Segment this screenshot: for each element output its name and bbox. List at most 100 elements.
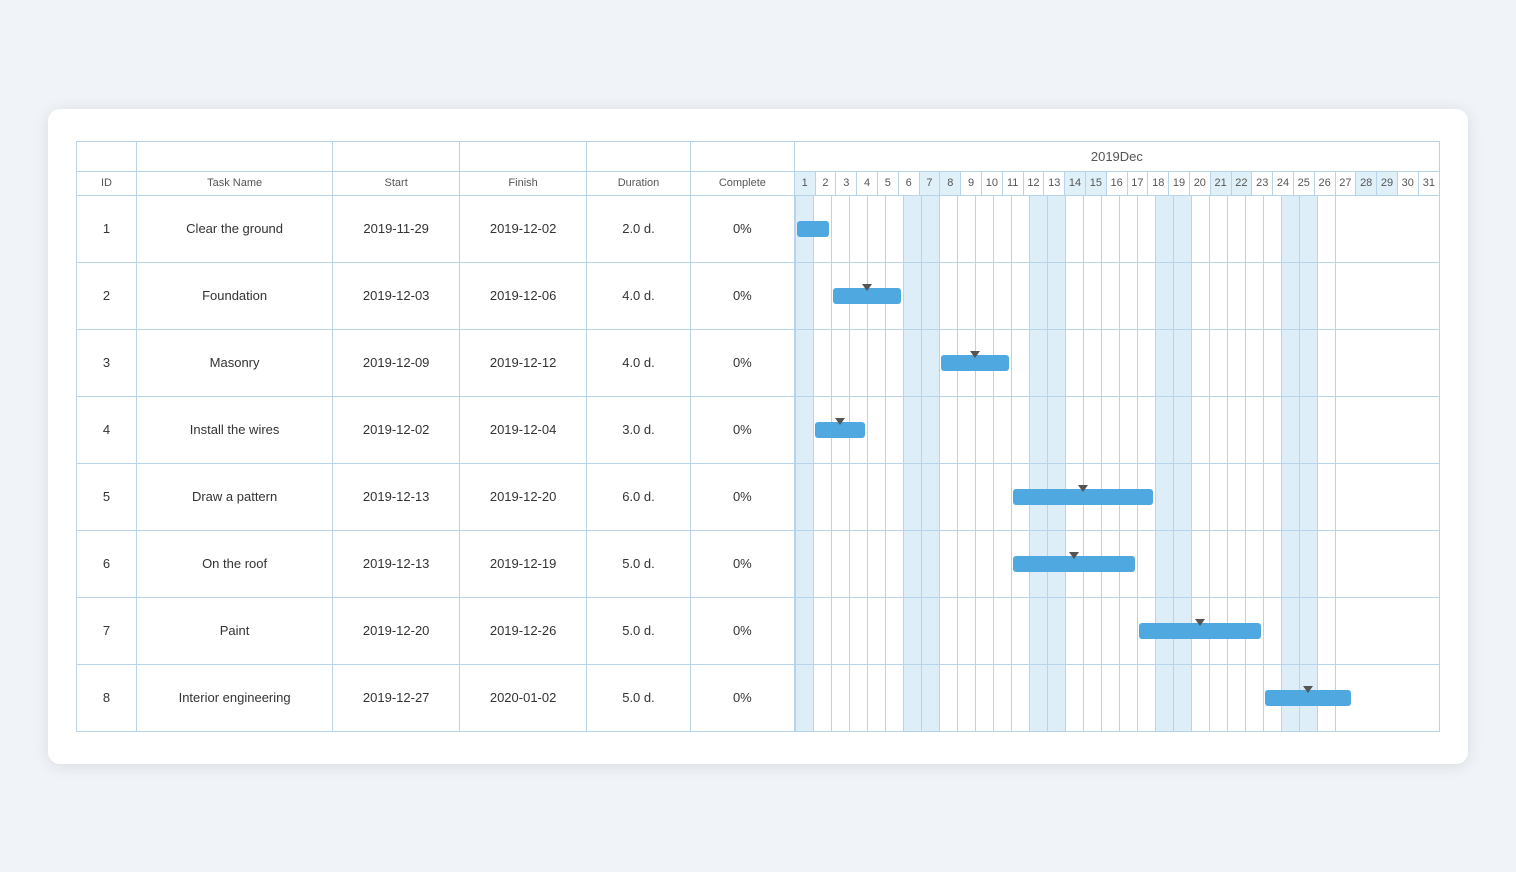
cell-complete: 0% bbox=[690, 530, 794, 597]
cell-id: 5 bbox=[77, 463, 137, 530]
day-header-15: 15 bbox=[1085, 171, 1106, 195]
header-days-row: ID Task Name Start Finish Duration Compl… bbox=[77, 171, 1440, 195]
cell-start: 2019-12-20 bbox=[333, 597, 460, 664]
finish-col-label: Finish bbox=[460, 171, 587, 195]
gantt-cell bbox=[794, 396, 1439, 463]
cell-complete: 0% bbox=[690, 463, 794, 530]
cell-duration: 6.0 d. bbox=[587, 463, 691, 530]
col-duration-header bbox=[587, 141, 691, 171]
cell-id: 1 bbox=[77, 195, 137, 262]
cell-duration: 5.0 d. bbox=[587, 597, 691, 664]
gantt-body: 1Clear the ground2019-11-292019-12-022.0… bbox=[77, 195, 1440, 731]
dep-arrow-icon bbox=[970, 351, 980, 358]
day-header-2: 2 bbox=[815, 171, 836, 195]
cell-id: 2 bbox=[77, 262, 137, 329]
cell-duration: 4.0 d. bbox=[587, 262, 691, 329]
day-header-30: 30 bbox=[1397, 171, 1418, 195]
cell-duration: 3.0 d. bbox=[587, 396, 691, 463]
cell-complete: 0% bbox=[690, 329, 794, 396]
col-taskname-header bbox=[137, 141, 333, 171]
dep-arrow-icon bbox=[1069, 552, 1079, 559]
cell-start: 2019-12-09 bbox=[333, 329, 460, 396]
day-header-12: 12 bbox=[1023, 171, 1044, 195]
cell-duration: 5.0 d. bbox=[587, 664, 691, 731]
cell-finish: 2019-12-02 bbox=[460, 195, 587, 262]
cell-id: 3 bbox=[77, 329, 137, 396]
dep-arrow-icon bbox=[1195, 619, 1205, 626]
start-col-label: Start bbox=[333, 171, 460, 195]
complete-col-label: Complete bbox=[690, 171, 794, 195]
day-header-10: 10 bbox=[981, 171, 1002, 195]
header-month-row: 2019Dec bbox=[77, 141, 1440, 171]
gantt-cell bbox=[794, 262, 1439, 329]
cell-duration: 5.0 d. bbox=[587, 530, 691, 597]
day-header-19: 19 bbox=[1169, 171, 1190, 195]
cell-id: 7 bbox=[77, 597, 137, 664]
cell-taskname: Masonry bbox=[137, 329, 333, 396]
gantt-cell bbox=[794, 597, 1439, 664]
day-header-25: 25 bbox=[1293, 171, 1314, 195]
table-row: 7Paint2019-12-202019-12-265.0 d.0% bbox=[77, 597, 1440, 664]
cell-start: 2019-12-13 bbox=[333, 530, 460, 597]
day-header-4: 4 bbox=[857, 171, 878, 195]
day-header-16: 16 bbox=[1106, 171, 1127, 195]
day-header-14: 14 bbox=[1065, 171, 1086, 195]
day-header-21: 21 bbox=[1210, 171, 1231, 195]
day-header-24: 24 bbox=[1273, 171, 1294, 195]
cell-complete: 0% bbox=[690, 597, 794, 664]
cell-start: 2019-12-27 bbox=[333, 664, 460, 731]
day-header-5: 5 bbox=[877, 171, 898, 195]
cell-finish: 2019-12-04 bbox=[460, 396, 587, 463]
day-header-23: 23 bbox=[1252, 171, 1273, 195]
cell-taskname: Clear the ground bbox=[137, 195, 333, 262]
day-header-8: 8 bbox=[940, 171, 961, 195]
day-header-28: 28 bbox=[1356, 171, 1377, 195]
cell-complete: 0% bbox=[690, 664, 794, 731]
table-row: 3Masonry2019-12-092019-12-124.0 d.0% bbox=[77, 329, 1440, 396]
gantt-cell bbox=[794, 195, 1439, 262]
cell-start: 2019-12-02 bbox=[333, 396, 460, 463]
day-header-6: 6 bbox=[898, 171, 919, 195]
cell-finish: 2019-12-12 bbox=[460, 329, 587, 396]
cell-complete: 0% bbox=[690, 396, 794, 463]
gantt-cell bbox=[794, 530, 1439, 597]
id-col-label: ID bbox=[77, 171, 137, 195]
day-header-27: 27 bbox=[1335, 171, 1356, 195]
cell-finish: 2019-12-19 bbox=[460, 530, 587, 597]
col-finish-header bbox=[460, 141, 587, 171]
table-row: 2Foundation2019-12-032019-12-064.0 d.0% bbox=[77, 262, 1440, 329]
day-header-26: 26 bbox=[1314, 171, 1335, 195]
day-header-13: 13 bbox=[1044, 171, 1065, 195]
cell-taskname: Install the wires bbox=[137, 396, 333, 463]
cell-start: 2019-12-03 bbox=[333, 262, 460, 329]
col-id-header bbox=[77, 141, 137, 171]
day-header-11: 11 bbox=[1002, 171, 1023, 195]
cell-taskname: Draw a pattern bbox=[137, 463, 333, 530]
cell-taskname: Foundation bbox=[137, 262, 333, 329]
gantt-cell bbox=[794, 463, 1439, 530]
cell-taskname: Interior engineering bbox=[137, 664, 333, 731]
table-row: 8Interior engineering2019-12-272020-01-0… bbox=[77, 664, 1440, 731]
cell-duration: 4.0 d. bbox=[587, 329, 691, 396]
taskname-col-label: Task Name bbox=[137, 171, 333, 195]
day-header-22: 22 bbox=[1231, 171, 1252, 195]
dep-arrow-icon bbox=[862, 284, 872, 291]
month-label: 2019Dec bbox=[794, 141, 1439, 171]
cell-complete: 0% bbox=[690, 262, 794, 329]
table-row: 5Draw a pattern2019-12-132019-12-206.0 d… bbox=[77, 463, 1440, 530]
cell-start: 2019-11-29 bbox=[333, 195, 460, 262]
dep-arrow-icon bbox=[835, 418, 845, 425]
cell-finish: 2020-01-02 bbox=[460, 664, 587, 731]
gantt-bar bbox=[797, 221, 829, 237]
cell-finish: 2019-12-26 bbox=[460, 597, 587, 664]
cell-id: 4 bbox=[77, 396, 137, 463]
cell-id: 8 bbox=[77, 664, 137, 731]
dep-arrow-icon bbox=[1078, 485, 1088, 492]
cell-finish: 2019-12-20 bbox=[460, 463, 587, 530]
cell-finish: 2019-12-06 bbox=[460, 262, 587, 329]
day-header-18: 18 bbox=[1148, 171, 1169, 195]
gantt-card: 2019Dec ID Task Name Start Finish Durati… bbox=[48, 109, 1468, 764]
col-start-header bbox=[333, 141, 460, 171]
cell-start: 2019-12-13 bbox=[333, 463, 460, 530]
day-header-17: 17 bbox=[1127, 171, 1148, 195]
